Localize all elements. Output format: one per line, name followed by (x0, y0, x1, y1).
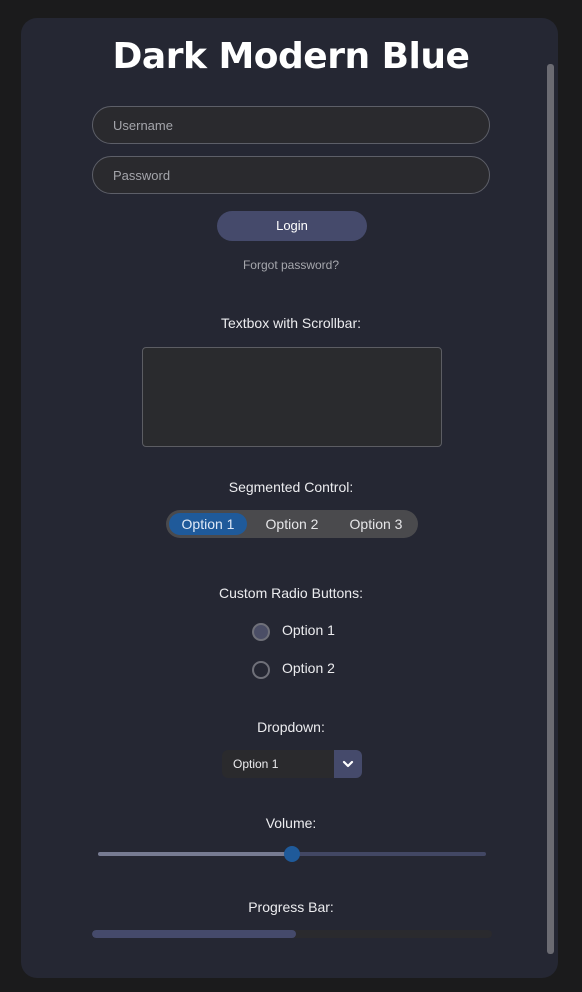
radio-option-1-label: Option 1 (282, 622, 335, 638)
segment-option-2[interactable]: Option 2 (253, 513, 331, 535)
progress-bar-label: Progress Bar: (248, 899, 334, 915)
forgot-password-link[interactable]: Forgot password? (21, 258, 561, 272)
radio-circle-icon[interactable] (252, 661, 270, 679)
volume-slider-filled-track[interactable] (98, 852, 292, 856)
login-button[interactable]: Login (217, 211, 367, 241)
volume-slider-thumb[interactable] (284, 846, 300, 862)
progress-bar (92, 930, 492, 938)
radio-circle-icon[interactable] (252, 623, 270, 641)
textbox-label: Textbox with Scrollbar: (220, 315, 362, 331)
chevron-down-icon (342, 760, 354, 768)
password-field-container[interactable] (92, 156, 490, 194)
radio-buttons-label: Custom Radio Buttons: (219, 585, 363, 601)
username-field-container[interactable] (92, 106, 490, 144)
segment-option-1[interactable]: Option 1 (169, 513, 247, 535)
username-input[interactable] (113, 107, 473, 143)
dropdown-selected-value: Option 1 (233, 757, 279, 771)
scrollable-textbox[interactable] (142, 347, 442, 447)
page-title: Dark Modern Blue (112, 36, 470, 77)
dropdown-label: Dropdown: (257, 719, 325, 735)
dropdown-toggle-button[interactable] (334, 750, 362, 778)
segmented-control-label: Segmented Control: (228, 479, 354, 495)
segment-option-3[interactable]: Option 3 (337, 513, 415, 535)
option-dropdown[interactable]: Option 1 (222, 750, 362, 778)
password-input[interactable] (113, 157, 473, 193)
progress-bar-fill (92, 930, 296, 938)
volume-label: Volume: (265, 815, 317, 831)
radio-option-2-label: Option 2 (282, 660, 335, 676)
segmented-control: Option 1 Option 2 Option 3 (166, 510, 418, 538)
volume-slider-track[interactable] (292, 852, 486, 856)
